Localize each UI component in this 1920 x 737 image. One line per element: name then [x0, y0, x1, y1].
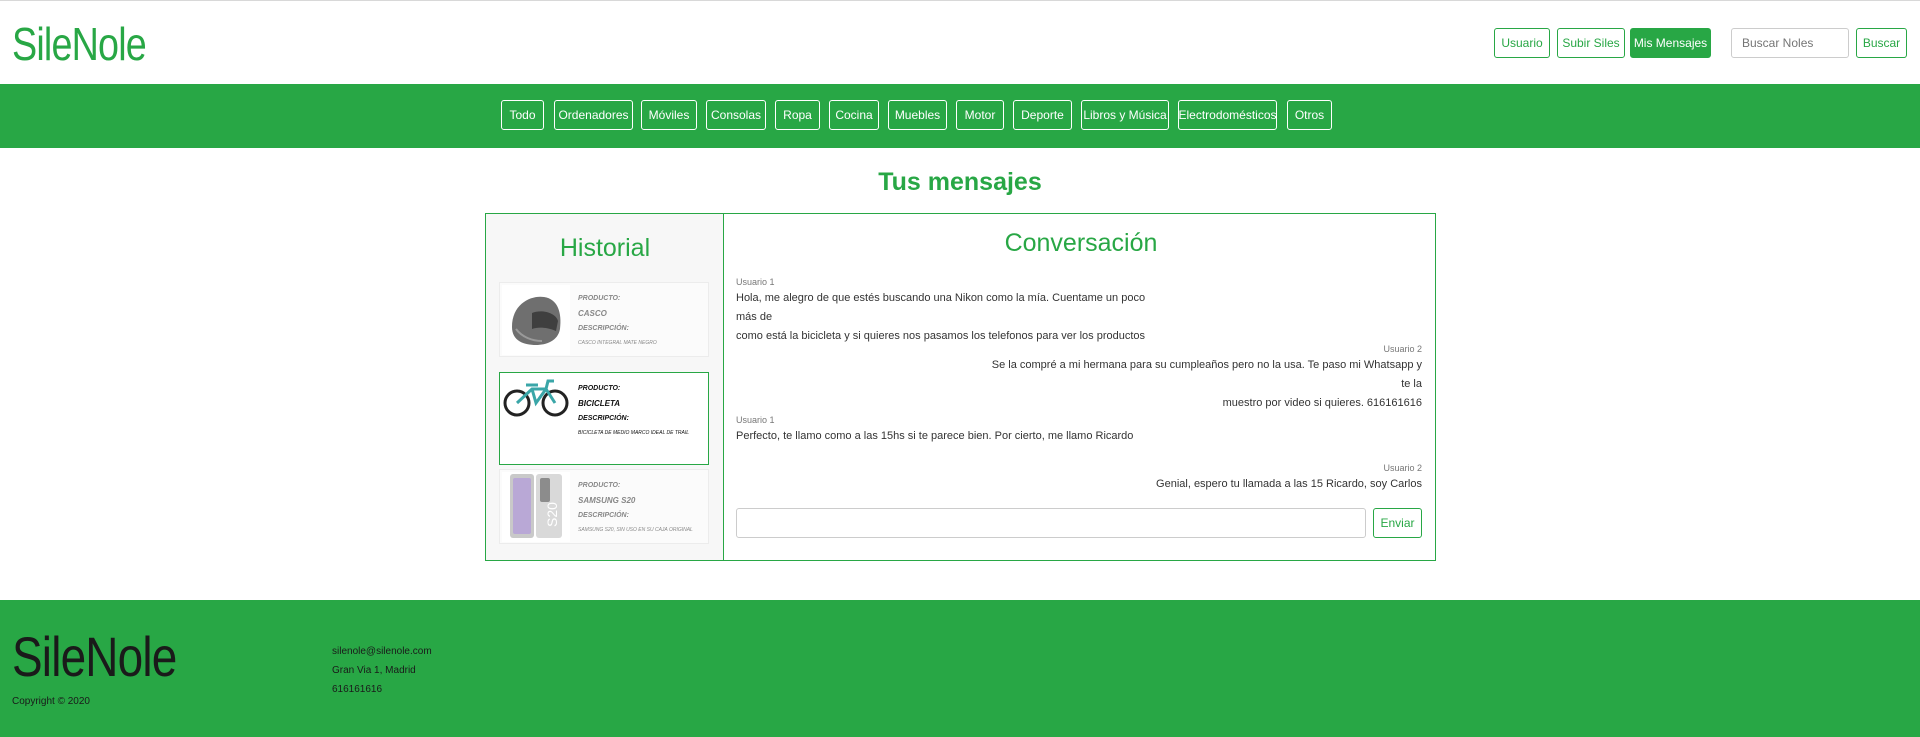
history-sidebar: Historial PRODUCTO: CASCO DESCRIPCIÓN: C… [486, 214, 724, 560]
description-label: DESCRIPCIÓN: [578, 512, 629, 519]
history-title: Historial [559, 234, 651, 262]
search-button[interactable]: Buscar [1856, 28, 1907, 58]
category-muebles[interactable]: Muebles [888, 100, 947, 130]
message-text: Se la compré a mi hermana para su cumple… [991, 359, 1422, 390]
product-name: CASCO [578, 309, 607, 318]
product-label: PRODUCTO: [578, 482, 621, 489]
history-item-text: PRODUCTO: BICICLETA DESCRIPCIÓN: BICICLE… [578, 381, 706, 441]
description-label: DESCRIPCIÓN: [578, 325, 629, 332]
product-description: BICICLETA DE MEDIO MARCO IDEAL DE TRAIL [578, 430, 690, 436]
brand-logo[interactable]: SileNole [12, 17, 147, 71]
category-ordenadores[interactable]: Ordenadores [554, 100, 633, 130]
description-label: DESCRIPCIÓN: [578, 415, 629, 422]
message-text: Perfecto, te llamo como a las 15hs si te… [736, 430, 1134, 442]
message-author: Usuario 2 [1383, 463, 1422, 473]
message-right: Usuario 2 Se la compré a mi hermana para… [986, 342, 1422, 413]
message-author: Usuario 1 [736, 277, 775, 287]
footer-contact: silenole@silenole.com Gran Via 1, Madrid… [332, 642, 432, 699]
message-author: Usuario 2 [1383, 344, 1422, 354]
svg-text:S20: S20 [544, 502, 560, 527]
category-libros-musica[interactable]: Libros y Música [1081, 100, 1169, 130]
message-author: Usuario 1 [736, 415, 775, 425]
history-item-text: PRODUCTO: CASCO DESCRIPCIÓN: CASCO INTEG… [578, 291, 706, 351]
category-motor[interactable]: Motor [956, 100, 1004, 130]
page-title: Tus mensajes [878, 168, 1042, 196]
bicycle-icon [502, 375, 570, 445]
history-item[interactable]: S20 PRODUCTO: SAMSUNG S20 DESCRIPCIÓN: S… [499, 469, 709, 544]
category-otros[interactable]: Otros [1287, 100, 1332, 130]
message-text: muestro por video si quieres. 616161616 [1222, 397, 1422, 409]
phone-icon: S20 [502, 472, 570, 542]
product-name: BICICLETA [578, 399, 621, 408]
messages-panel: Historial PRODUCTO: CASCO DESCRIPCIÓN: C… [485, 213, 1436, 561]
user-button[interactable]: Usuario [1494, 28, 1550, 58]
search-input[interactable] [1731, 28, 1849, 58]
category-electrodomesticos[interactable]: Electrodomésticos [1178, 100, 1277, 130]
my-messages-button[interactable]: Mis Mensajes [1630, 28, 1711, 58]
conversation-title: Conversación [1004, 229, 1158, 257]
category-todo[interactable]: Todo [501, 100, 544, 130]
category-cocina[interactable]: Cocina [829, 100, 879, 130]
product-label: PRODUCTO: [578, 385, 621, 392]
helmet-icon [502, 285, 570, 355]
upload-siles-button[interactable]: Subir Siles [1557, 28, 1625, 58]
message-right: Usuario 2 Genial, espero tu llamada a la… [986, 461, 1422, 494]
product-label: PRODUCTO: [578, 295, 621, 302]
footer-email[interactable]: silenole@silenole.com [332, 642, 432, 661]
message-text: Hola, me alegro de que estés buscando un… [736, 292, 1146, 323]
history-item-text: PRODUCTO: SAMSUNG S20 DESCRIPCIÓN: SAMSU… [578, 478, 706, 538]
category-nav: Todo Ordenadores Móviles Consolas Ropa C… [0, 84, 1920, 148]
product-name: SAMSUNG S20 [578, 496, 636, 505]
history-item-active[interactable]: PRODUCTO: BICICLETA DESCRIPCIÓN: BICICLE… [499, 372, 709, 465]
footer-address: Gran Via 1, Madrid [332, 665, 416, 676]
category-consolas[interactable]: Consolas [706, 100, 766, 130]
site-footer: SileNole Copyright © 2020 silenole@silen… [0, 600, 1920, 737]
message-text: Genial, espero tu llamada a las 15 Ricar… [1156, 478, 1422, 490]
category-moviles[interactable]: Móviles [641, 100, 697, 130]
message-left: Usuario 1 Perfecto, te llamo como a las … [736, 413, 1156, 446]
footer-phone: 616161616 [332, 684, 383, 695]
category-ropa[interactable]: Ropa [775, 100, 820, 130]
site-header: SileNole Usuario Subir Siles Mis Mensaje… [0, 1, 1920, 84]
message-input[interactable] [736, 508, 1366, 538]
footer-copyright: Copyright © 2020 [12, 696, 90, 707]
footer-brand: SileNole [12, 625, 177, 688]
message-left: Usuario 1 Hola, me alegro de que estés b… [736, 275, 1156, 346]
product-description: CASCO INTEGRAL MATE NEGRO [578, 340, 657, 346]
product-description: SAMSUNG S20, SIN USO EN SU CAJA ORIGINAL [578, 527, 693, 533]
category-deporte[interactable]: Deporte [1013, 100, 1072, 130]
history-item[interactable]: PRODUCTO: CASCO DESCRIPCIÓN: CASCO INTEG… [499, 282, 709, 357]
send-button[interactable]: Enviar [1373, 508, 1422, 538]
